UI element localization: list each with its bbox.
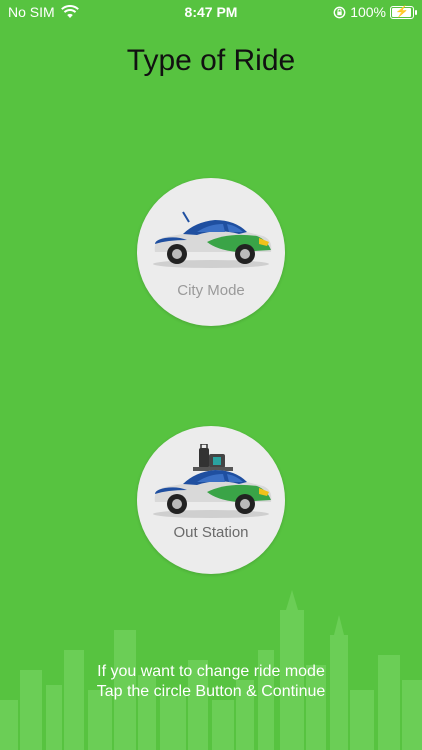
sedan-car-icon [147, 202, 275, 272]
instruction-line-1: If you want to change ride mode [97, 663, 325, 680]
orientation-lock-icon [333, 6, 346, 18]
page-title: Type of Ride [126, 44, 296, 77]
out-station-label: Out Station [173, 524, 249, 541]
charging-bolt-icon: ⚡ [395, 5, 409, 18]
car-with-luggage-icon [147, 443, 275, 518]
status-right: 100% ⚡ [333, 4, 417, 20]
battery-icon: ⚡ [390, 5, 417, 19]
instruction-text: If you want to change ride mode Tap the … [0, 662, 422, 702]
out-station-button[interactable]: Out Station [137, 426, 285, 574]
instruction-line-2: Tap the circle Button & Continue [96, 683, 326, 700]
city-mode-label: City Mode [177, 282, 245, 299]
battery-percent: 100% [350, 4, 386, 20]
status-bar: No SIM 8:47 PM 100% ⚡ [0, 0, 422, 24]
city-mode-button[interactable]: City Mode [137, 178, 285, 326]
